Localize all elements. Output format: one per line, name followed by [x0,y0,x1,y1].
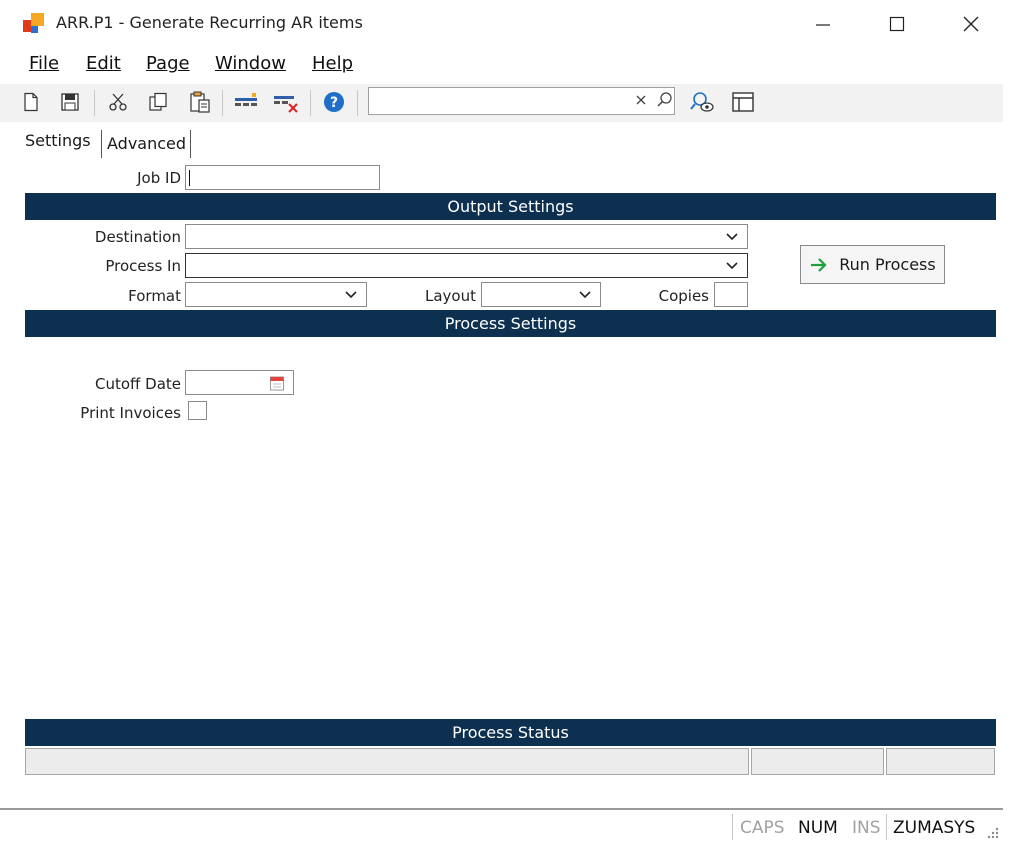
toolbar-separator [222,90,223,116]
chevron-down-icon [726,233,738,241]
cut-icon[interactable] [105,89,131,115]
menu-help[interactable]: Help [312,53,353,74]
menu-edit[interactable]: Edit [86,53,121,74]
toolbar-separator [357,90,358,116]
num-indicator: NUM [798,818,838,838]
resize-grip-icon[interactable] [986,826,1000,844]
process-status-progress [751,748,884,775]
search-icon[interactable] [656,91,674,113]
process-status-message [25,748,749,775]
cutoff-date-label: Cutoff Date [95,375,181,393]
format-select[interactable] [185,282,367,307]
run-process-label: Run Process [839,255,936,274]
tab-divider [101,130,102,158]
print-invoices-checkbox[interactable] [188,401,207,420]
output-settings-header: Output Settings [25,193,996,220]
company-indicator: ZUMASYS [893,818,976,838]
menu-window[interactable]: Window [215,53,286,74]
menu-page-label: Page [146,53,190,74]
status-separator [732,814,733,840]
delete-row-icon[interactable] [273,89,299,115]
process-status-header: Process Status [25,719,996,746]
help-icon[interactable]: ? [321,89,347,115]
search-input[interactable] [368,87,675,115]
menu-page[interactable]: Page [146,53,190,74]
tab-advanced[interactable]: Advanced [107,134,186,164]
tab-divider [190,130,191,158]
layout-label: Layout [425,287,476,305]
menu-file[interactable]: File [29,53,59,74]
copy-icon[interactable] [145,89,171,115]
process-in-label: Process In [105,257,181,275]
process-settings-header: Process Settings [25,310,996,337]
menu-help-label: Help [312,53,354,74]
destination-select[interactable] [185,224,748,249]
process-status-count [886,748,995,775]
menu-file-label: File [29,53,60,74]
job-id-label: Job ID [137,169,181,187]
svg-text:?: ? [330,95,338,111]
insert-row-icon[interactable] [233,89,259,115]
menu-edit-label: Edit [86,53,121,74]
copies-label: Copies [658,287,709,305]
run-process-button[interactable]: Run Process [800,245,945,284]
format-label: Format [128,287,181,305]
save-icon[interactable] [57,89,83,115]
app-logo-icon [22,12,48,38]
destination-label: Destination [94,228,181,246]
chevron-down-icon [726,262,738,270]
clear-search-icon[interactable] [634,93,648,111]
tab-settings-label: Settings [25,131,91,150]
print-invoices-label: Print Invoices [80,404,181,422]
close-button[interactable] [948,8,994,40]
toolbar-separator [94,90,95,116]
window-title: ARR.P1 - Generate Recurring AR items [56,13,363,32]
text-caret [189,170,190,186]
toolbar-separator [310,90,311,116]
arrow-right-icon [811,257,827,272]
minimize-button[interactable] [800,8,846,40]
copies-field[interactable] [714,282,748,307]
menu-window-label: Window [215,53,286,74]
job-id-field[interactable] [185,165,380,190]
cutoff-date-field[interactable] [185,370,294,395]
tab-advanced-label: Advanced [107,134,187,153]
chevron-down-icon [579,291,591,299]
ins-indicator: INS [852,818,881,838]
tab-settings[interactable]: Settings [25,131,91,161]
caps-indicator: CAPS [740,818,785,838]
new-document-icon[interactable] [18,89,44,115]
chevron-down-icon [345,291,357,299]
layout-icon[interactable] [730,89,756,115]
status-separator [886,814,887,840]
process-in-select[interactable] [185,253,748,278]
layout-select[interactable] [481,282,601,307]
calendar-icon[interactable] [269,375,285,391]
find-icon[interactable] [690,89,716,115]
maximize-button[interactable] [874,8,920,40]
paste-icon[interactable] [187,89,213,115]
